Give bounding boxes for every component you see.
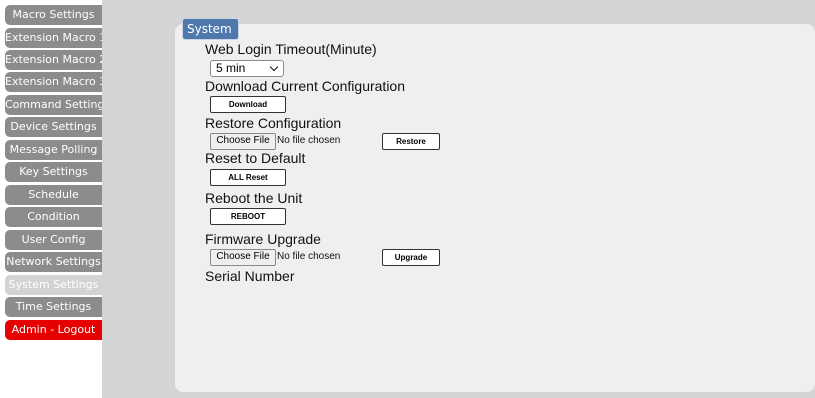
panel-title: System bbox=[182, 18, 239, 40]
reboot-button[interactable]: REBOOT bbox=[210, 208, 286, 225]
sidebar-item-network-settings[interactable]: Network Settings bbox=[5, 252, 102, 272]
sidebar-item-key-settings[interactable]: Key Settings bbox=[5, 162, 102, 182]
reset-default-label: Reset to Default bbox=[205, 150, 306, 166]
firmware-choose-file-button[interactable]: Choose File bbox=[210, 249, 276, 266]
sidebar-item-message-polling[interactable]: Message Polling bbox=[5, 140, 102, 160]
chevron-down-icon bbox=[269, 62, 279, 72]
all-reset-button[interactable]: ALL Reset bbox=[210, 169, 286, 186]
restore-file-status: No file chosen bbox=[277, 135, 341, 146]
sidebar-item-device-settings[interactable]: Device Settings bbox=[5, 117, 102, 137]
login-timeout-label: Web Login Timeout(Minute) bbox=[205, 41, 377, 57]
sidebar-item-macro-settings[interactable]: Macro Settings bbox=[5, 5, 102, 25]
sidebar-item-extension-macro-1[interactable]: Extension Macro 1 bbox=[5, 28, 102, 48]
reboot-label: Reboot the Unit bbox=[205, 190, 303, 206]
sidebar-item-condition[interactable]: Condition bbox=[5, 207, 102, 227]
upgrade-button[interactable]: Upgrade bbox=[382, 249, 440, 266]
sidebar-item-extension-macro-3[interactable]: Extension Macro 3 bbox=[5, 72, 102, 92]
sidebar-item-user-config[interactable]: User Config bbox=[5, 230, 102, 250]
sidebar-item-time-settings[interactable]: Time Settings bbox=[5, 297, 102, 317]
sidebar-item-schedule[interactable]: Schedule bbox=[5, 185, 102, 205]
sidebar-item-admin-logout[interactable]: Admin - Logout bbox=[5, 320, 102, 340]
download-config-label: Download Current Configuration bbox=[205, 78, 405, 94]
firmware-file-status: No file chosen bbox=[277, 251, 341, 262]
restore-button[interactable]: Restore bbox=[382, 133, 440, 150]
download-button[interactable]: Download bbox=[210, 96, 286, 113]
sidebar-item-extension-macro-2[interactable]: Extension Macro 2 bbox=[5, 50, 102, 70]
login-timeout-value: 5 min bbox=[216, 61, 246, 75]
restore-choose-file-button[interactable]: Choose File bbox=[210, 133, 276, 150]
firmware-upgrade-label: Firmware Upgrade bbox=[205, 231, 321, 247]
sidebar-item-system-settings[interactable]: System Settings bbox=[5, 275, 102, 295]
sidebar-item-command-settings[interactable]: Command Settings bbox=[5, 95, 102, 115]
serial-number-label: Serial Number bbox=[205, 268, 295, 284]
restore-config-label: Restore Configuration bbox=[205, 115, 342, 131]
login-timeout-select[interactable]: 5 min bbox=[210, 60, 284, 77]
